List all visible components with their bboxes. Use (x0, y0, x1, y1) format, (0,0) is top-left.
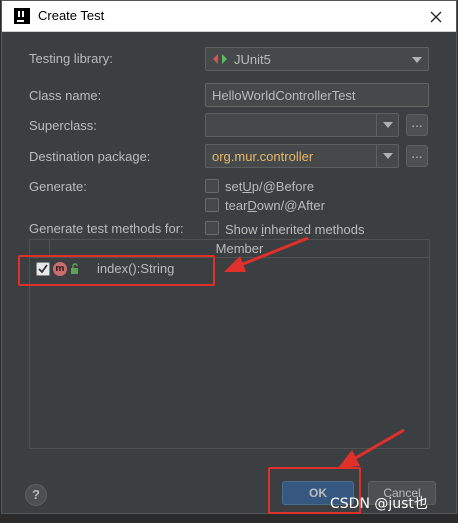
annotation-arrow-row (224, 236, 309, 272)
annotation-arrow-ok (338, 428, 405, 468)
csdn-watermark: CSDN @just也 (330, 496, 428, 512)
